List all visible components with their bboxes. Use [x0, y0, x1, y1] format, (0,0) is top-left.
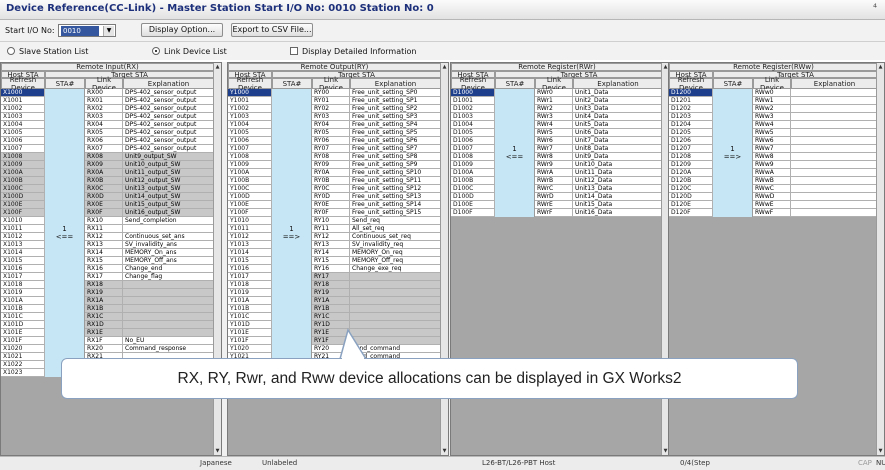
callout-box: RX, RY, Rwr, and Rww device allocations …	[61, 358, 798, 399]
callout-text: RX, RY, Rwr, and Rww device allocations …	[177, 369, 682, 387]
callout-pointer	[339, 328, 368, 360]
